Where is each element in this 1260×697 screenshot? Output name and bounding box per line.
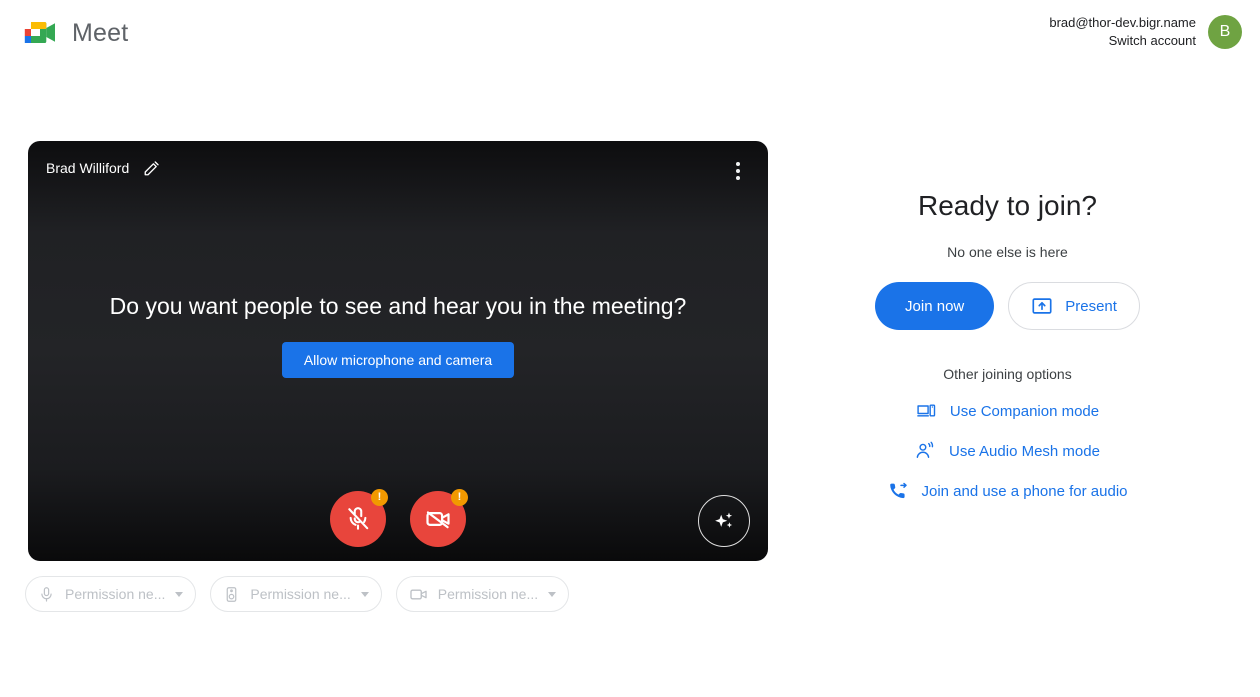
av-controls: ! !: [28, 489, 768, 547]
video-preview-container: Brad Williford Do you want people to see…: [28, 141, 768, 561]
use-audio-mesh-mode-option[interactable]: Use Audio Mesh mode: [913, 436, 1102, 466]
camera-device-chip[interactable]: Permission ne...: [395, 576, 570, 612]
join-now-button[interactable]: Join now: [875, 282, 995, 330]
audio-mesh-person-icon: [915, 441, 935, 461]
join-actions: Join now Present: [875, 282, 1140, 330]
microphone-chip-label: Permission ne...: [65, 586, 166, 602]
speaker-device-chip[interactable]: Permission ne...: [210, 576, 382, 612]
present-screen-icon: [1031, 295, 1053, 317]
use-audio-mesh-mode-label: Use Audio Mesh mode: [949, 442, 1100, 460]
video-off-icon: [424, 505, 452, 533]
account-text: brad@thor-dev.bigr.name Switch account: [1049, 14, 1196, 49]
use-companion-mode-option[interactable]: Use Companion mode: [914, 396, 1101, 426]
permission-prompt: Do you want people to see and hear you i…: [28, 293, 768, 378]
present-button[interactable]: Present: [1008, 282, 1140, 330]
chevron-down-icon: [548, 591, 557, 597]
speaker-chip-label: Permission ne...: [250, 586, 351, 602]
other-joining-options-list: Use Companion mode Use Audio Mesh mode J…: [886, 396, 1130, 506]
microphone-icon: [38, 586, 55, 603]
join-and-use-phone-label: Join and use a phone for audio: [921, 482, 1128, 500]
companion-device-icon: [916, 401, 936, 421]
camera-chip-label: Permission ne...: [437, 586, 539, 602]
app-header: Meet brad@thor-dev.bigr.name Switch acco…: [0, 0, 1260, 74]
speaker-icon: [223, 586, 240, 603]
google-meet-logo-icon: [22, 18, 58, 48]
chevron-down-icon: [360, 591, 369, 597]
account-email: brad@thor-dev.bigr.name: [1049, 15, 1196, 30]
camera-warning-badge: !: [451, 489, 468, 506]
brand-name: Meet: [72, 18, 129, 47]
allow-microphone-and-camera-button[interactable]: Allow microphone and camera: [281, 342, 515, 378]
preview-user-name: Brad Williford: [46, 160, 130, 176]
sparkle-icon: [711, 508, 737, 534]
permission-question: Do you want people to see and hear you i…: [109, 293, 687, 319]
mic-off-icon: [345, 506, 371, 532]
brand[interactable]: Meet: [22, 18, 128, 48]
use-companion-mode-label: Use Companion mode: [949, 402, 1100, 420]
video-preview: Brad Williford Do you want people to see…: [28, 141, 768, 561]
other-joining-options-title: Other joining options: [943, 366, 1072, 382]
pencil-icon[interactable]: [143, 159, 161, 177]
account-area: brad@thor-dev.bigr.name Switch account B: [1049, 14, 1242, 49]
phone-forward-icon: [888, 481, 908, 501]
mic-warning-badge: !: [371, 489, 388, 506]
device-permission-chips: Permission ne... Permission ne... Permis…: [25, 576, 570, 612]
join-panel: Ready to join? No one else is here Join …: [790, 190, 1225, 506]
join-and-use-phone-for-audio-option[interactable]: Join and use a phone for audio: [886, 476, 1130, 506]
participants-status: No one else is here: [947, 244, 1068, 260]
chevron-down-icon: [175, 591, 184, 597]
present-button-label: Present: [1065, 297, 1117, 315]
camera-icon: [409, 585, 428, 604]
preview-name-row: Brad Williford: [46, 159, 161, 177]
visual-effects-button[interactable]: [698, 495, 750, 547]
more-vertical-icon[interactable]: [724, 157, 752, 185]
camera-toggle-button[interactable]: !: [410, 489, 468, 547]
meet-greenroom-page: Meet brad@thor-dev.bigr.name Switch acco…: [0, 0, 1260, 697]
page-title: Ready to join?: [917, 190, 1097, 221]
microphone-device-chip[interactable]: Permission ne...: [25, 576, 197, 612]
mic-toggle-button[interactable]: !: [330, 489, 388, 547]
avatar[interactable]: B: [1208, 14, 1242, 49]
switch-account-link[interactable]: Switch account: [1049, 32, 1196, 50]
